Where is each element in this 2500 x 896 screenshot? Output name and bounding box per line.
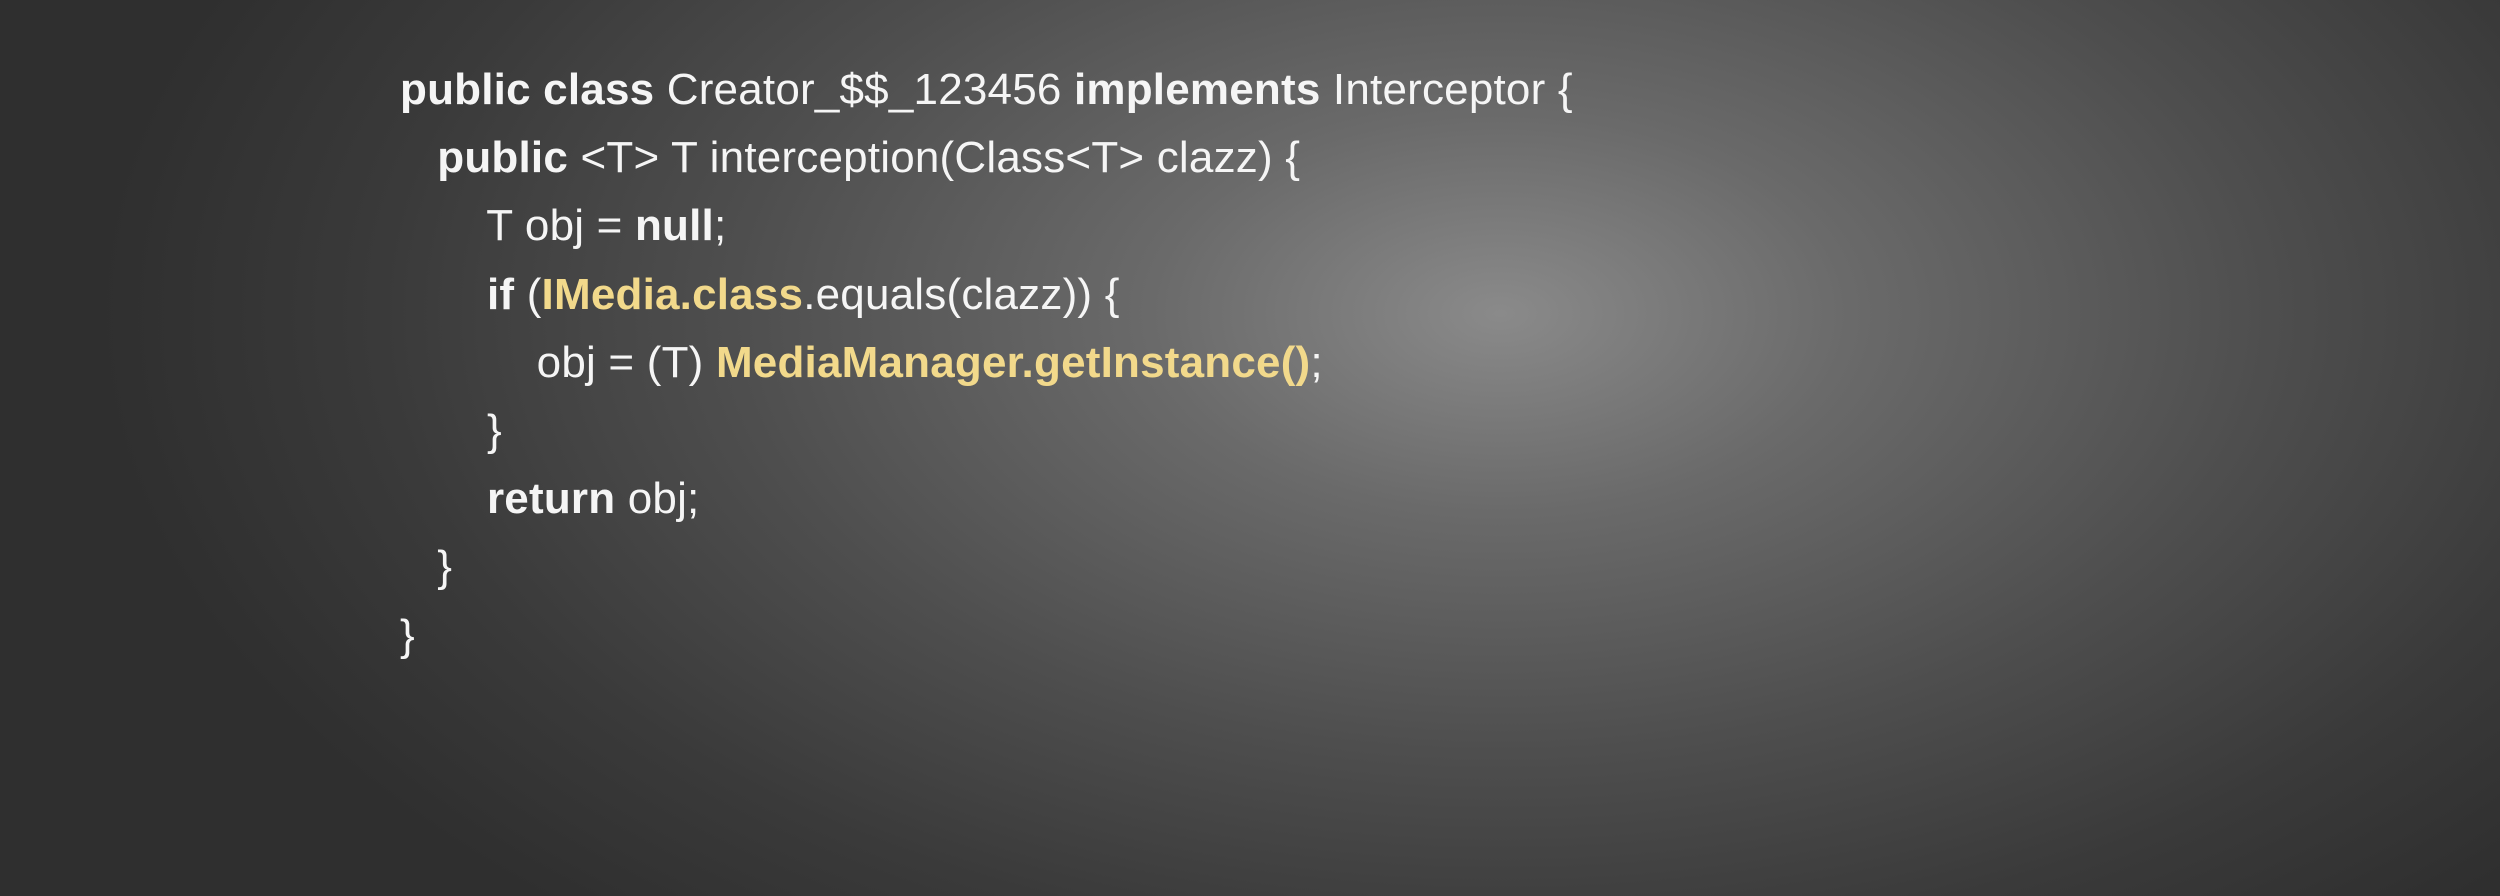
- imedia-class: IMedia.class: [542, 270, 804, 319]
- indent: [400, 406, 487, 455]
- indent: [400, 542, 437, 591]
- brace-close: }: [437, 542, 452, 591]
- keyword-null: null: [635, 201, 714, 250]
- keyword-public: public: [437, 133, 568, 182]
- paren-open: (: [514, 270, 541, 319]
- code-block: public class Creator_$$_123456 implement…: [400, 56, 1573, 670]
- keyword-public-class: public class: [400, 65, 654, 114]
- brace-close: }: [487, 406, 502, 455]
- indent: [400, 270, 487, 319]
- equals-call: .equals(clazz)) {: [803, 270, 1119, 319]
- keyword-implements: implements: [1074, 65, 1321, 114]
- interface-name: Interceptor {: [1321, 65, 1573, 114]
- semicolon: ;: [714, 201, 726, 250]
- class-name: Creator_$$_123456: [654, 65, 1074, 114]
- keyword-return: return: [487, 474, 615, 523]
- indent: [400, 338, 537, 387]
- indent: [400, 474, 487, 523]
- keyword-if: if: [487, 270, 514, 319]
- assign-cast: obj = (T): [537, 338, 716, 387]
- indent: [400, 133, 437, 182]
- return-expr: obj;: [615, 474, 699, 523]
- brace-close: }: [400, 611, 415, 660]
- method-signature: <T> T interception(Class<T> clazz) {: [568, 133, 1300, 182]
- var-decl: T obj =: [486, 201, 635, 250]
- indent: [400, 201, 486, 250]
- semicolon: ;: [1310, 338, 1322, 387]
- mediamanager-getinstance: MediaManager.getInstance(): [716, 338, 1310, 387]
